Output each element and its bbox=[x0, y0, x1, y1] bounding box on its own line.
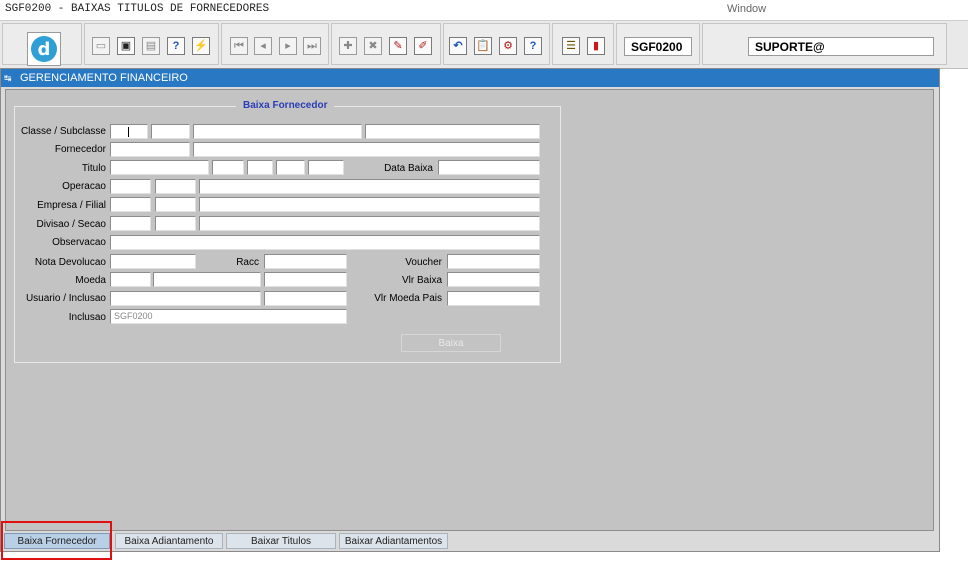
module-code: SGF0200 bbox=[624, 37, 692, 56]
label-observacao: Observacao bbox=[52, 237, 106, 248]
baixa-button[interactable]: Baixa bbox=[401, 334, 501, 352]
first-record-icon[interactable]: ⏮ bbox=[230, 37, 248, 55]
execute-query-icon[interactable]: ⚡ bbox=[192, 37, 210, 55]
tab-baixar-titulos[interactable]: Baixar Titulos bbox=[226, 533, 336, 549]
operacao-field[interactable] bbox=[110, 179, 151, 194]
divisao-field[interactable] bbox=[110, 216, 151, 231]
subclasse-field[interactable] bbox=[151, 124, 190, 139]
data-baixa-field[interactable] bbox=[438, 160, 540, 175]
frame-title: Baixa Fornecedor bbox=[236, 100, 335, 111]
titulo-part-3-field[interactable] bbox=[247, 160, 273, 175]
label-operacao: Operacao bbox=[62, 181, 106, 192]
tab-baixa-adiantamento[interactable]: Baixa Adiantamento bbox=[115, 533, 223, 549]
titulo-part-4-field[interactable] bbox=[276, 160, 305, 175]
label-classe-subclasse: Classe / Subclasse bbox=[20, 126, 106, 137]
label-usuario-inclusao: Usuario / Inclusao bbox=[25, 293, 106, 304]
save-icon[interactable]: ▭ bbox=[92, 37, 110, 55]
edit-record-icon[interactable]: ✎ bbox=[389, 37, 407, 55]
classe-field[interactable] bbox=[110, 124, 148, 139]
query-help-icon[interactable]: ? bbox=[167, 37, 185, 55]
secao-field[interactable] bbox=[155, 216, 196, 231]
toolbar-group-file: ▭ ▣ ▤ ? ⚡ bbox=[84, 23, 219, 65]
copy-icon[interactable]: 📋 bbox=[474, 37, 492, 55]
label-divisao-secao: Divisao / Secao bbox=[36, 219, 106, 230]
subclasse-description-field[interactable] bbox=[365, 124, 540, 139]
label-voucher: Voucher bbox=[405, 257, 442, 268]
titulo-part-5-field[interactable] bbox=[308, 160, 344, 175]
filial-field[interactable] bbox=[155, 197, 196, 212]
toolbar-group-navigation: ⏮ ◂ ▸ ⏭ bbox=[221, 23, 329, 65]
moeda-code-field[interactable] bbox=[110, 272, 151, 287]
titulo-field[interactable] bbox=[110, 160, 209, 175]
app-logo: d bbox=[27, 32, 61, 66]
logo-group: d bbox=[2, 23, 82, 66]
label-moeda: Moeda bbox=[75, 275, 106, 286]
observacao-field[interactable] bbox=[110, 235, 540, 250]
toolbar-group-exit: ☰ ▮ bbox=[552, 23, 614, 65]
module-group: SGF0200 bbox=[616, 23, 700, 65]
insert-record-icon[interactable]: ✚ bbox=[339, 37, 357, 55]
vlr-baixa-field[interactable] bbox=[447, 272, 540, 287]
window-header-title: GERENCIAMENTO FINANCEIRO bbox=[20, 72, 188, 84]
label-vlr-baixa: Vlr Baixa bbox=[401, 275, 442, 286]
classe-description-field[interactable] bbox=[193, 124, 362, 139]
moeda-description-field[interactable] bbox=[153, 272, 261, 287]
undo-icon[interactable]: ↶ bbox=[449, 37, 467, 55]
racc-field[interactable] bbox=[264, 254, 347, 269]
window-icon[interactable]: ▣ bbox=[117, 37, 135, 55]
fornecedor-code-field[interactable] bbox=[110, 142, 190, 157]
inclusao-field[interactable]: SGF0200 bbox=[110, 309, 347, 324]
active-tab-highlight bbox=[1, 521, 112, 560]
label-inclusao: Inclusao bbox=[68, 312, 106, 323]
label-vlr-moeda-pais: Vlr Moeda Pais bbox=[374, 293, 442, 304]
window-menu[interactable]: Window bbox=[727, 3, 766, 15]
label-data-baixa: Data Baixa bbox=[384, 163, 433, 174]
empresa-description-field[interactable] bbox=[199, 197, 540, 212]
usuario-field[interactable] bbox=[110, 291, 261, 306]
operacao-description-field[interactable] bbox=[199, 179, 540, 194]
divisao-description-field[interactable] bbox=[199, 216, 540, 231]
clear-record-icon[interactable]: ✐ bbox=[414, 37, 432, 55]
tab-baixar-adiantamentos[interactable]: Baixar Adiantamentos bbox=[339, 533, 448, 549]
voucher-field[interactable] bbox=[447, 254, 540, 269]
label-empresa-filial: Empresa / Filial bbox=[37, 200, 106, 211]
label-nota-devolucao: Nota Devolucao bbox=[34, 257, 106, 268]
user-group: SUPORTE@ bbox=[702, 23, 947, 65]
toolbar-group-tools: ↶ 📋 ⚙ ? bbox=[443, 23, 550, 65]
label-racc: Racc bbox=[236, 257, 259, 268]
logo-icon: d bbox=[31, 36, 57, 62]
window-title: SGF0200 - BAIXAS TITULOS DE FORNECEDORES bbox=[5, 3, 270, 15]
nota-devolucao-field[interactable] bbox=[110, 254, 196, 269]
vlr-moeda-pais-field[interactable] bbox=[447, 291, 540, 306]
user-name: SUPORTE@ bbox=[748, 37, 934, 56]
last-record-icon[interactable]: ⏭ bbox=[303, 37, 321, 55]
text-caret bbox=[128, 127, 129, 137]
label-titulo: Titulo bbox=[81, 163, 106, 174]
operacao-code-field[interactable] bbox=[155, 179, 196, 194]
exit-icon[interactable]: ▮ bbox=[587, 37, 605, 55]
window-header-icon: ↹ bbox=[4, 73, 12, 83]
titulo-part-2-field[interactable] bbox=[212, 160, 244, 175]
tools-icon[interactable]: ⚙ bbox=[499, 37, 517, 55]
fornecedor-name-field[interactable] bbox=[193, 142, 540, 157]
next-record-icon[interactable]: ▸ bbox=[279, 37, 297, 55]
moeda-value-field[interactable] bbox=[264, 272, 347, 287]
empresa-field[interactable] bbox=[110, 197, 151, 212]
window-header: ↹ GERENCIAMENTO FINANCEIRO bbox=[1, 69, 939, 87]
help-icon[interactable]: ? bbox=[524, 37, 542, 55]
toolbar-group-record: ✚ ✖ ✎ ✐ bbox=[331, 23, 441, 65]
title-bar: SGF0200 - BAIXAS TITULOS DE FORNECEDORES… bbox=[0, 0, 968, 20]
delete-record-icon[interactable]: ✖ bbox=[364, 37, 382, 55]
print-icon[interactable]: ▤ bbox=[142, 37, 160, 55]
data-inclusao-field[interactable] bbox=[264, 291, 347, 306]
toolbar: d ▭ ▣ ▤ ? ⚡ ⏮ ◂ ▸ ⏭ ✚ ✖ ✎ ✐ ↶ 📋 ⚙ ? ☰ ▮ … bbox=[0, 20, 968, 69]
label-fornecedor: Fornecedor bbox=[54, 144, 106, 155]
menu-icon[interactable]: ☰ bbox=[562, 37, 580, 55]
previous-record-icon[interactable]: ◂ bbox=[254, 37, 272, 55]
